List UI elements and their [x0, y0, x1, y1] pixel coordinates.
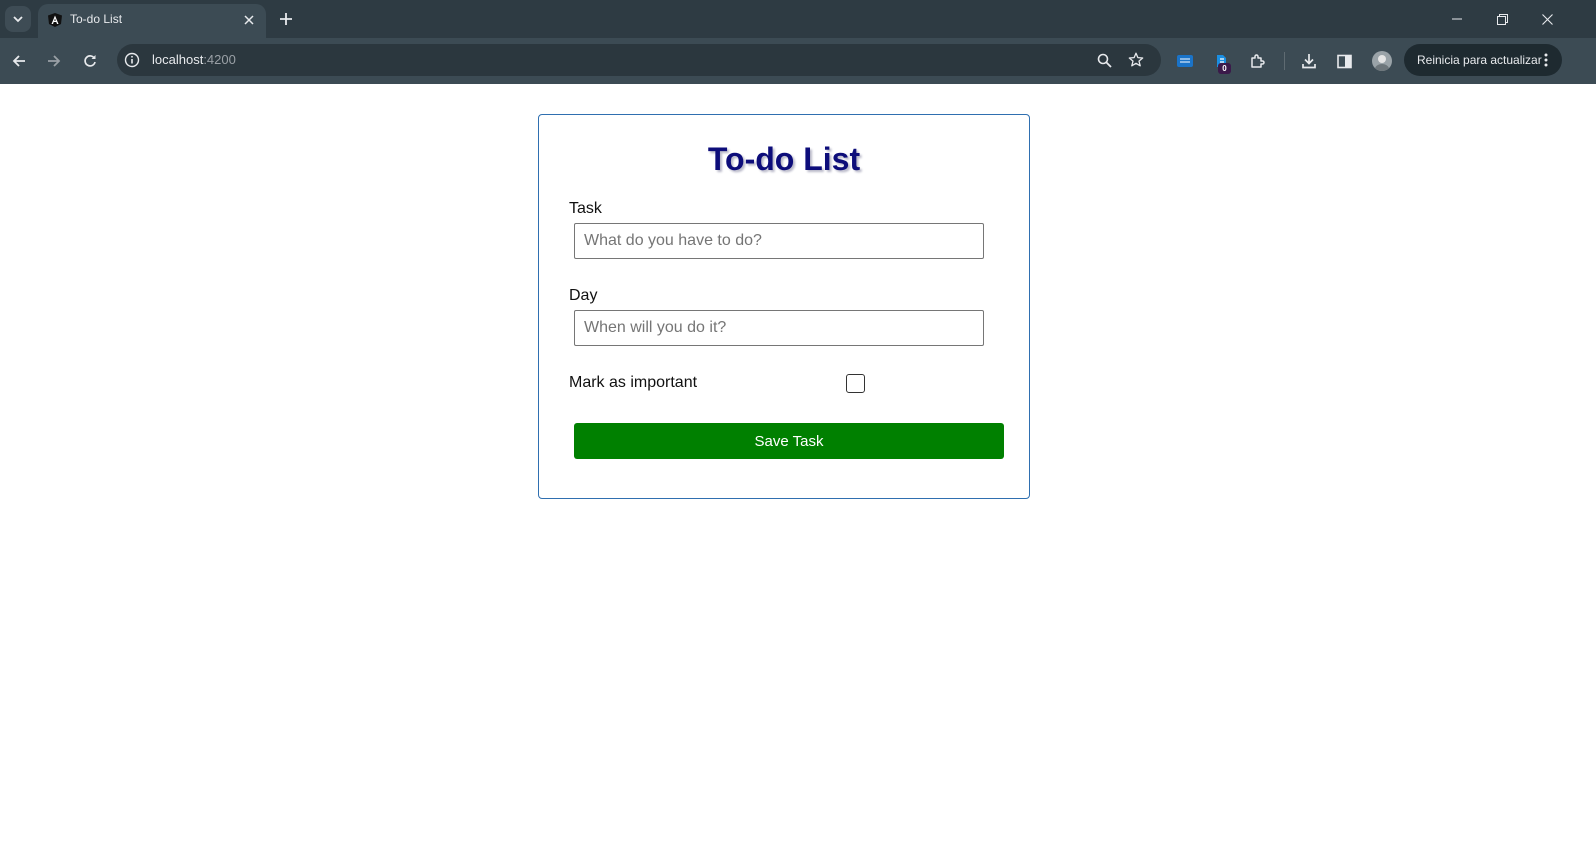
puzzle-icon — [1250, 53, 1265, 68]
minimize-icon — [1452, 18, 1462, 20]
restart-to-update-button[interactable]: Reinicia para actualizar — [1404, 44, 1562, 76]
info-icon[interactable] — [124, 52, 140, 68]
save-task-button[interactable]: Save Task — [574, 423, 1004, 459]
browser-tab-strip: To-do List — [0, 0, 1596, 38]
close-window-button[interactable] — [1537, 9, 1557, 29]
forward-icon — [48, 55, 61, 67]
extensions-menu-button[interactable] — [1247, 51, 1267, 71]
bookmark-button[interactable] — [1127, 51, 1145, 69]
reload-icon — [84, 55, 96, 67]
url-host: localhost — [152, 52, 204, 67]
extension-button-1[interactable] — [1175, 51, 1195, 71]
side-panel-button[interactable] — [1334, 51, 1354, 71]
reload-button[interactable] — [79, 50, 101, 72]
close-icon — [244, 15, 254, 25]
zoom-button[interactable] — [1095, 51, 1113, 69]
day-label: Day — [569, 287, 598, 304]
avatar[interactable] — [1372, 51, 1392, 71]
back-button[interactable] — [8, 50, 30, 72]
back-icon — [12, 55, 25, 67]
profile-avatar-icon — [1375, 55, 1389, 71]
new-tab-button[interactable] — [276, 9, 296, 29]
toolbar-divider — [1284, 52, 1285, 70]
browser-toolbar: localhost:4200 0 Reinicia para actualiza… — [0, 38, 1596, 84]
browser-tab[interactable]: To-do List — [38, 4, 266, 38]
forward-button[interactable] — [43, 50, 65, 72]
restore-icon — [1496, 13, 1508, 25]
tab-close-button[interactable] — [240, 11, 258, 29]
chevron-down-icon — [13, 16, 23, 23]
angular-favicon-icon — [48, 13, 62, 27]
minimize-button[interactable] — [1447, 9, 1467, 29]
tab-title: To-do List — [70, 12, 123, 26]
url-port: :4200 — [203, 52, 236, 67]
restore-button[interactable] — [1492, 9, 1512, 29]
address-bar[interactable]: localhost:4200 — [117, 44, 1161, 76]
page-title: To-do List — [707, 141, 861, 177]
extension-icon — [1177, 55, 1193, 67]
star-icon — [1128, 52, 1144, 67]
day-input[interactable] — [574, 310, 984, 346]
more-icon[interactable] — [1538, 52, 1554, 68]
task-label: Task — [569, 200, 602, 217]
important-label: Mark as important — [569, 374, 698, 391]
close-icon — [1541, 13, 1553, 25]
downloads-button[interactable] — [1299, 51, 1319, 71]
update-label: Reinicia para actualizar — [1417, 53, 1542, 67]
download-icon — [1302, 54, 1316, 69]
task-input[interactable] — [574, 223, 984, 259]
side-panel-icon — [1336, 54, 1352, 68]
important-checkbox[interactable] — [846, 374, 865, 393]
url-text[interactable]: localhost:4200 — [152, 52, 236, 67]
zoom-icon — [1097, 53, 1112, 68]
extension-badge: 0 — [1218, 63, 1231, 74]
tab-search-button[interactable] — [5, 6, 31, 32]
todo-form-card: To-do List Task Day Mark as important Sa… — [538, 114, 1030, 499]
new-tab-icon — [280, 13, 292, 25]
